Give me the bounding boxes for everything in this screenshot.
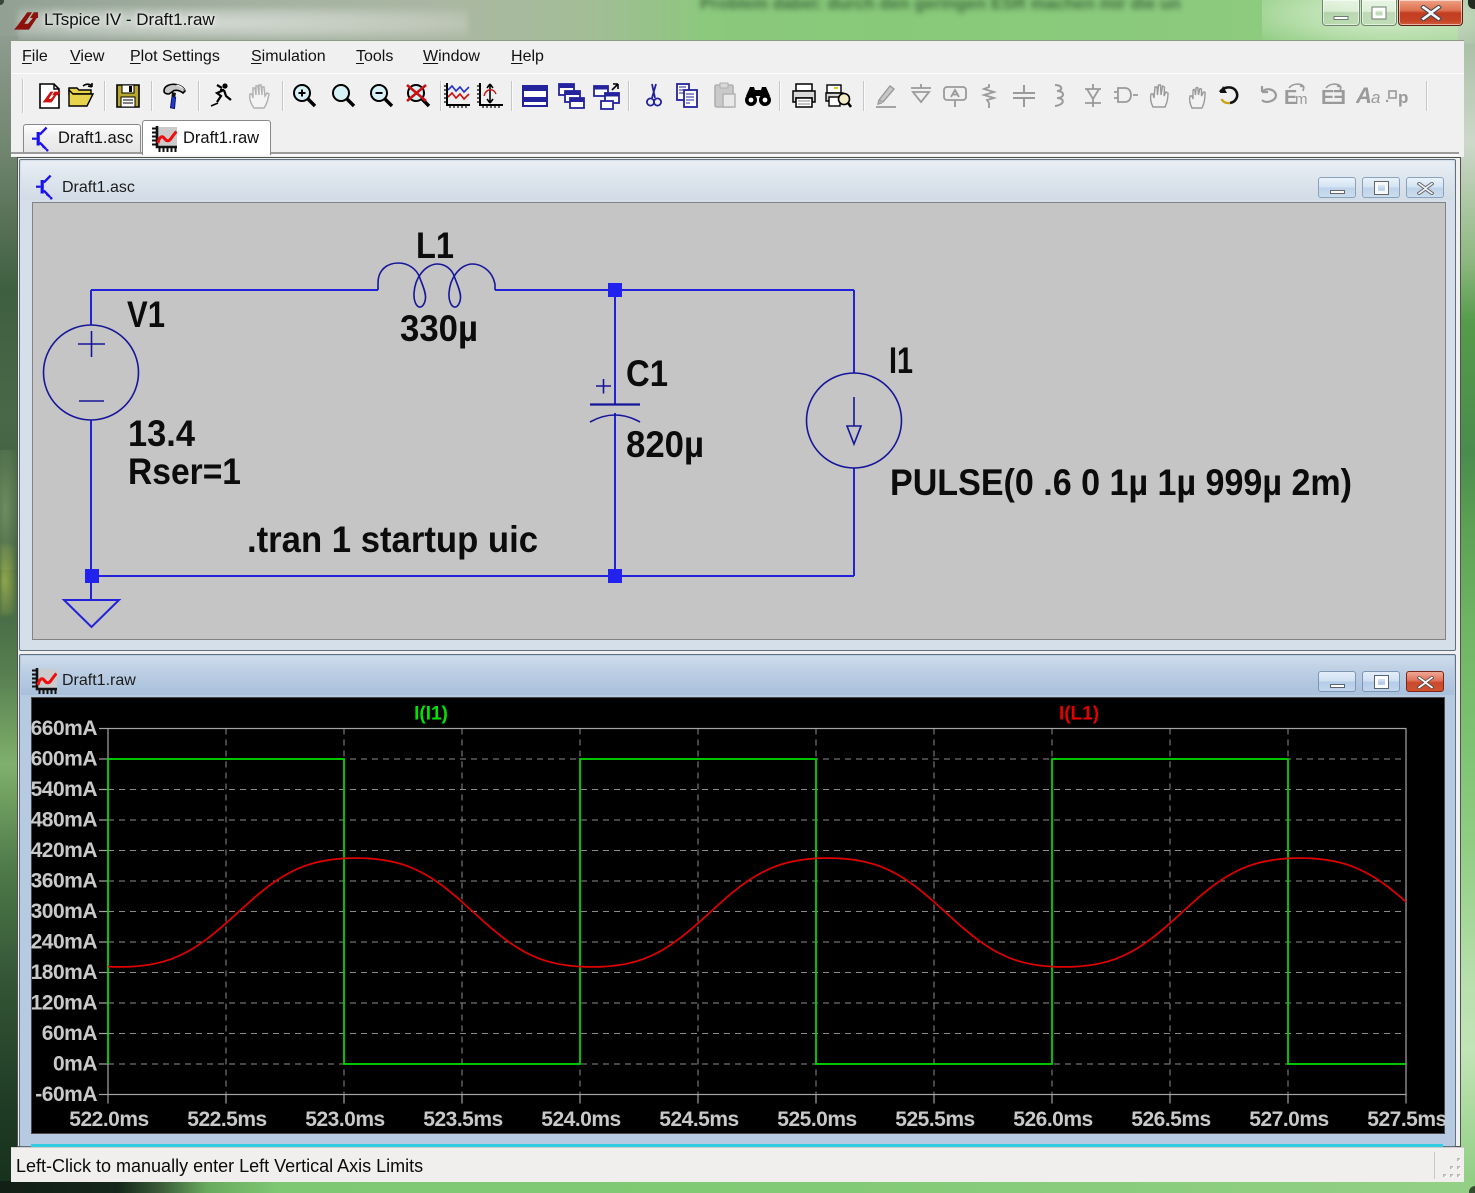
svg-text:I(I1): I(I1): [414, 704, 448, 725]
svg-text:526.0ms: 526.0ms: [1013, 1108, 1092, 1131]
svg-text:480mA: 480mA: [31, 809, 98, 832]
svg-text:.tran 1 startup uic: .tran 1 startup uic: [247, 519, 538, 560]
svg-text:522.5ms: 522.5ms: [187, 1108, 266, 1131]
svg-text:0mA: 0mA: [53, 1053, 97, 1076]
svg-text:13.4: 13.4: [128, 413, 195, 454]
svg-text:I1: I1: [889, 340, 913, 381]
svg-text:p: p: [1398, 88, 1408, 107]
svg-text:a: a: [1371, 88, 1380, 107]
svg-text:L1: L1: [416, 225, 454, 266]
svg-text:I(L1): I(L1): [1059, 704, 1099, 725]
svg-text:526.5ms: 526.5ms: [1131, 1108, 1210, 1131]
svg-text:V1: V1: [127, 294, 165, 335]
svg-text:527.0ms: 527.0ms: [1249, 1108, 1328, 1131]
svg-text:300mA: 300mA: [31, 900, 98, 923]
svg-text:523.5ms: 523.5ms: [423, 1108, 502, 1131]
svg-text:420mA: 420mA: [31, 839, 98, 862]
svg-text:525.5ms: 525.5ms: [895, 1108, 974, 1131]
svg-text:60mA: 60mA: [42, 1022, 98, 1045]
svg-text:PULSE(0 .6 0 1µ 1µ 999µ 2m): PULSE(0 .6 0 1µ 1µ 999µ 2m): [890, 462, 1352, 503]
svg-text:660mA: 660mA: [31, 717, 98, 740]
svg-text:-60mA: -60mA: [35, 1083, 97, 1106]
svg-text:E: E: [1333, 87, 1346, 109]
svg-text:E: E: [1321, 87, 1334, 109]
svg-text:540mA: 540mA: [31, 778, 98, 801]
svg-text:524.5ms: 524.5ms: [659, 1108, 738, 1131]
svg-text:240mA: 240mA: [31, 931, 98, 954]
svg-text:330µ: 330µ: [400, 308, 478, 349]
svg-text:m: m: [1295, 91, 1308, 108]
svg-text:820µ: 820µ: [626, 424, 704, 465]
svg-text:360mA: 360mA: [31, 870, 98, 893]
svg-text:524.0ms: 524.0ms: [541, 1108, 620, 1131]
svg-text:525.0ms: 525.0ms: [777, 1108, 856, 1131]
svg-text:600mA: 600mA: [31, 748, 98, 771]
svg-text:180mA: 180mA: [31, 961, 98, 984]
svg-text:C1: C1: [626, 353, 668, 394]
svg-text:Rser=1: Rser=1: [128, 451, 241, 492]
svg-text:522.0ms: 522.0ms: [69, 1108, 148, 1131]
svg-text:A: A: [1356, 83, 1372, 108]
svg-text:120mA: 120mA: [31, 992, 98, 1015]
svg-text:527.5ms: 527.5ms: [1367, 1108, 1446, 1131]
svg-text:523.0ms: 523.0ms: [305, 1108, 384, 1131]
